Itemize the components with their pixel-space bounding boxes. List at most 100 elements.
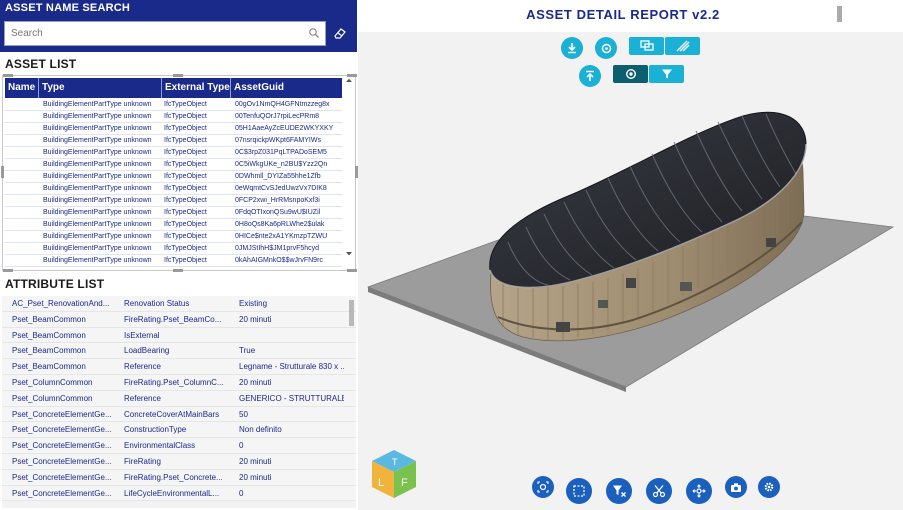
resize-handle-bottom-right[interactable]: [347, 269, 357, 272]
attribute-table-row[interactable]: Pset_BeamCommon LoadBearing True: [2, 343, 356, 360]
asset-table-row[interactable]: BuildingElementPartType unknown IfcTypeOb…: [5, 195, 342, 207]
attribute-value-cell: Legname - Strutturale 830 x ...: [239, 362, 344, 372]
attribute-table-row[interactable]: Pset_BeamCommon Reference Legname - Strutt…: [2, 359, 356, 375]
download-button[interactable]: [561, 37, 583, 59]
asset-external-type-cell: IfcTypeObject: [164, 233, 207, 240]
asset-name-cell: [5, 243, 39, 254]
attribute-value-cell: Existing: [239, 299, 268, 308]
target-icon: [601, 43, 611, 53]
search-box[interactable]: [4, 21, 326, 46]
select-box-button[interactable]: [566, 478, 592, 504]
copy-icon: [639, 40, 654, 51]
asset-table-row[interactable]: BuildingElementPartType unknown IfcTypeOb…: [5, 99, 342, 111]
attribute-list-scrollbar[interactable]: [349, 300, 354, 326]
camera-icon: [731, 482, 741, 492]
asset-external-type-cell: IfcTypeObject: [164, 257, 207, 264]
attribute-table-row[interactable]: Pset_ConcreteElementGe... EnvironmentalCl…: [2, 438, 356, 454]
asset-external-type-cell: IfcTypeObject: [164, 161, 207, 168]
asset-type-cell: BuildingElementPartType unknown: [43, 161, 152, 168]
orbit-button[interactable]: [613, 65, 648, 83]
3d-viewer[interactable]: T L F: [358, 32, 903, 510]
resize-handle-top[interactable]: [173, 74, 183, 77]
search-icon[interactable]: [308, 27, 320, 39]
resize-handle-top-left[interactable]: [3, 74, 13, 77]
clear-filter-button[interactable]: [606, 478, 632, 504]
asset-type-cell: BuildingElementPartType unknown: [43, 257, 152, 264]
attribute-name-cell: ConstructionType: [124, 425, 187, 435]
attribute-table-row[interactable]: Pset_ConcreteElementGe... LifeCycleEnviro…: [2, 485, 356, 502]
tlf-logo: T L F: [372, 450, 416, 498]
asset-list-scrollbar[interactable]: [345, 78, 353, 258]
hatch-button[interactable]: [665, 37, 700, 55]
copy-view-button[interactable]: [629, 37, 664, 55]
attribute-table-row[interactable]: Pset_ColumnCommon Reference GENERICO - STR…: [2, 390, 356, 407]
asset-list-table: Name Type External Type AssetGuid Buildi…: [1, 74, 358, 272]
asset-external-type-cell: IfcTypeObject: [164, 125, 207, 132]
column-header-assetguid[interactable]: AssetGuid: [231, 78, 342, 98]
attribute-table-row[interactable]: Pset_ConcreteElementGe... FireRating 20 mi…: [2, 453, 356, 470]
attribute-table-row[interactable]: AC_Pset_RenovationAnd... Renovation Statu…: [2, 296, 356, 312]
column-header-external-type[interactable]: External Type: [162, 78, 231, 98]
asset-name-cell: [5, 111, 39, 122]
search-input[interactable]: [5, 22, 305, 45]
logo-letter-l: L: [378, 477, 384, 489]
asset-table-row[interactable]: BuildingElementPartType unknown IfcTypeOb…: [5, 135, 342, 147]
attribute-pset-cell: Pset_ConcreteElementGe...: [12, 409, 112, 419]
scroll-up-arrow-icon[interactable]: [346, 78, 352, 82]
attribute-table-row[interactable]: Pset_BeamCommon IsExternal: [2, 327, 356, 344]
attribute-table-row[interactable]: Pset_ColumnCommon FireRating.Pset_ColumnC…: [2, 374, 356, 391]
attribute-table-row[interactable]: Pset_ConcreteElementGe... FireRating.Pset…: [2, 469, 356, 486]
asset-table-row[interactable]: BuildingElementPartType unknown IfcTypeOb…: [5, 219, 342, 231]
resize-handle-left[interactable]: [1, 166, 4, 178]
focus-button[interactable]: [532, 476, 554, 498]
attribute-table-row[interactable]: Pset_BeamCommon FireRating.Pset_BeamCo...…: [2, 311, 356, 328]
asset-name-cell: [5, 147, 39, 158]
asset-name-cell: [5, 219, 39, 230]
asset-table-row[interactable]: BuildingElementPartType unknown IfcTypeOb…: [5, 147, 342, 159]
asset-table-row[interactable]: BuildingElementPartType unknown IfcTypeOb…: [5, 255, 342, 267]
asset-table-row[interactable]: BuildingElementPartType unknown IfcTypeOb…: [5, 183, 342, 195]
upload-button[interactable]: [579, 65, 601, 87]
attribute-table-row[interactable]: Pset_ConcreteElementGe... ConcreteCoverAt…: [2, 406, 356, 423]
move-button[interactable]: [686, 478, 712, 504]
asset-guid-cell: 0JMJStIhH$JM1prvF5hcyd: [235, 245, 320, 252]
camera-button[interactable]: [725, 476, 747, 498]
3d-model-scene[interactable]: [358, 32, 903, 510]
eraser-icon[interactable]: [333, 26, 347, 40]
attribute-value-cell: 20 minuti: [239, 314, 272, 324]
column-header-type[interactable]: Type: [39, 78, 162, 98]
resize-handle-top-right[interactable]: [347, 74, 357, 77]
asset-table-row[interactable]: BuildingElementPartType unknown IfcTypeOb…: [5, 207, 342, 219]
left-panel: ASSET NAME SEARCH ASSET LIST Name Type E…: [0, 0, 358, 510]
report-focus-marker[interactable]: [837, 6, 842, 22]
asset-external-type-cell: IfcTypeObject: [164, 101, 207, 108]
resize-handle-bottom-left[interactable]: [3, 269, 13, 272]
asset-table-row[interactable]: BuildingElementPartType unknown IfcTypeOb…: [5, 171, 342, 183]
asset-type-cell: BuildingElementPartType unknown: [43, 125, 152, 132]
asset-table-row[interactable]: BuildingElementPartType unknown IfcTypeOb…: [5, 123, 342, 135]
asset-type-cell: BuildingElementPartType unknown: [43, 185, 152, 192]
asset-table-row[interactable]: BuildingElementPartType unknown IfcTypeOb…: [5, 159, 342, 171]
attribute-value-cell: Non definito: [239, 425, 282, 435]
attribute-table-body: AC_Pset_RenovationAnd... Renovation Statu…: [2, 296, 356, 502]
asset-external-type-cell: IfcTypeObject: [164, 245, 207, 252]
settings-button[interactable]: [758, 476, 780, 498]
asset-list-title: ASSET LIST: [5, 57, 77, 71]
target-button[interactable]: [595, 37, 617, 59]
filter-button[interactable]: [649, 65, 684, 83]
download-icon: [568, 43, 576, 54]
resize-handle-bottom[interactable]: [173, 269, 183, 272]
report-title: ASSET DETAIL REPORT v2.2: [526, 7, 720, 22]
scroll-down-arrow-icon[interactable]: [346, 252, 352, 256]
asset-search-bar: ASSET NAME SEARCH: [0, 0, 357, 52]
asset-type-cell: BuildingElementPartType unknown: [43, 233, 152, 240]
asset-table-header: Name Type External Type AssetGuid: [5, 78, 342, 98]
asset-table-row[interactable]: BuildingElementPartType unknown IfcTypeOb…: [5, 243, 342, 255]
attribute-pset-cell: Pset_BeamCommon: [12, 314, 86, 324]
asset-name-cell: [5, 207, 39, 218]
column-header-name[interactable]: Name: [5, 78, 39, 98]
cut-button[interactable]: [646, 478, 672, 504]
asset-table-row[interactable]: BuildingElementPartType unknown IfcTypeOb…: [5, 231, 342, 243]
asset-table-row[interactable]: BuildingElementPartType unknown IfcTypeOb…: [5, 111, 342, 123]
attribute-table-row[interactable]: Pset_ConcreteElementGe... ConstructionTyp…: [2, 422, 356, 439]
